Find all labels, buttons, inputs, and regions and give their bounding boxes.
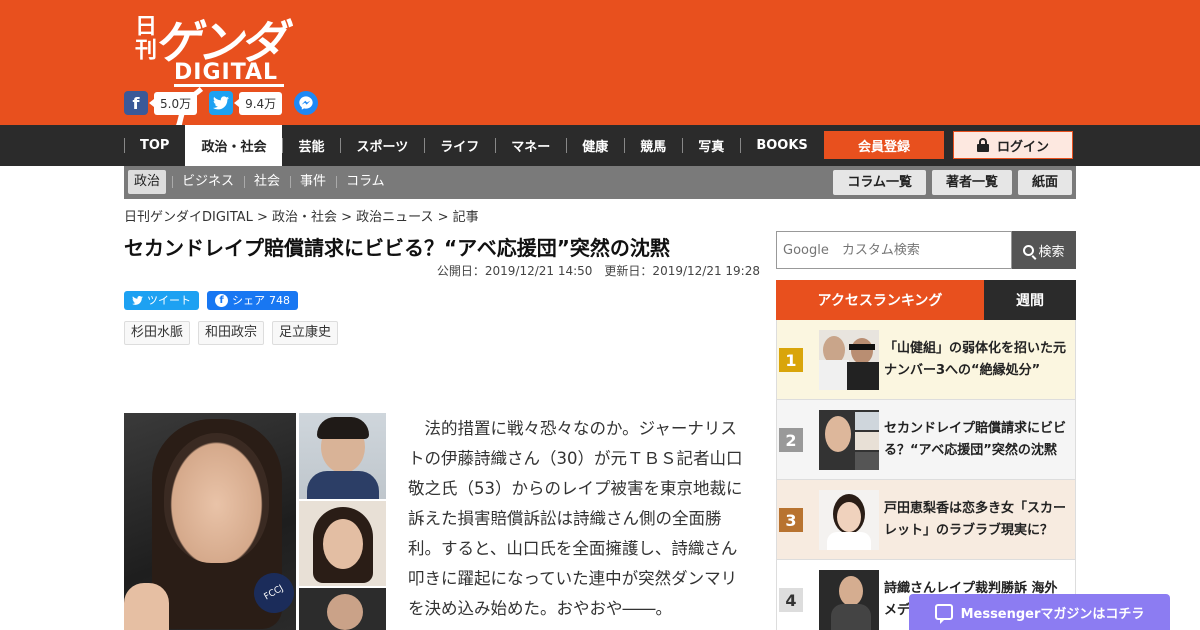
logo-digital: DIGITAL <box>174 60 279 85</box>
nav-item-books[interactable]: BOOKS <box>740 125 823 166</box>
nav-item-money[interactable]: マネー <box>495 125 566 166</box>
search-button[interactable]: 検索 <box>1012 231 1076 269</box>
nav-item-politics[interactable]: 政治・社会 <box>185 125 283 166</box>
column-list-button[interactable]: コラム一覧 <box>833 170 926 195</box>
site-header: 日刊 ゲンダイ DIGITAL f 5.0万 9.4万 <box>0 0 1200 135</box>
subnav-item-incident[interactable]: 事件 <box>290 170 336 194</box>
share-count: 748 <box>269 294 290 307</box>
article-title: セカンドレイプ賠償請求にビビる？“アベ応援団”突然の沈黙 <box>124 236 670 260</box>
share-label: シェア <box>232 294 265 307</box>
facebook-icon[interactable]: f <box>124 91 148 115</box>
rank-number: 4 <box>779 588 803 612</box>
social-counts: f 5.0万 9.4万 <box>124 91 319 115</box>
ranking-tabs: アクセスランキング 週間 <box>776 280 1076 320</box>
messenger-icon[interactable] <box>294 91 319 115</box>
search-button-label: 検索 <box>1038 244 1065 260</box>
nav-item-top[interactable]: TOP <box>124 125 185 166</box>
facebook-share-button[interactable]: f シェア 748 <box>207 291 298 310</box>
ranking-item[interactable]: 1 「山健組」の弱体化を招いた元ナンバー3への“絶縁処分” <box>776 320 1076 400</box>
tab-access-ranking[interactable]: アクセスランキング <box>776 280 984 320</box>
facebook-count: 5.0万 <box>148 91 198 115</box>
search-box: 検索 <box>776 231 1076 269</box>
subnav-item-column[interactable]: コラム <box>336 170 395 194</box>
nav-item-photo[interactable]: 写真 <box>682 125 740 166</box>
rank-number: 2 <box>779 428 803 452</box>
facebook-small-icon: f <box>215 294 228 307</box>
nav-item-keiba[interactable]: 競馬 <box>624 125 682 166</box>
author-list-button[interactable]: 著者一覧 <box>931 170 1012 195</box>
nav-item-entertainment[interactable]: 芸能 <box>282 125 340 166</box>
subnav-item-business[interactable]: ビジネス <box>172 170 244 194</box>
ranking-title: 「山健組」の弱体化を招いた元ナンバー3への“絶縁処分” <box>884 341 1067 378</box>
ranking-thumbnail <box>819 490 879 550</box>
article-side-photo <box>299 413 386 499</box>
twitter-small-icon <box>132 296 143 305</box>
search-icon <box>1023 244 1035 256</box>
article-side-photo <box>299 501 386 586</box>
messenger-bar-label: Messengerマガジンはコチラ <box>960 606 1145 622</box>
site-logo[interactable]: 日刊 ゲンダイ DIGITAL <box>124 10 314 135</box>
twitter-icon[interactable] <box>209 91 234 115</box>
login-label: ログイン <box>996 139 1049 155</box>
tag-item[interactable]: 杉田水脈 <box>124 321 191 345</box>
article-dates: 公開日：2019/12/21 14:50 更新日：2019/12/21 19:2… <box>436 264 760 278</box>
twitter-count: 9.4万 <box>234 91 283 115</box>
paper-button[interactable]: 紙面 <box>1017 170 1072 195</box>
tweet-label: ツイート <box>147 294 191 307</box>
nav-item-health[interactable]: 健康 <box>566 125 624 166</box>
ranking-thumbnail <box>819 330 879 390</box>
login-button[interactable]: ログイン <box>953 131 1073 159</box>
tag-item[interactable]: 足立康史 <box>272 321 339 345</box>
rank-number: 1 <box>779 348 803 372</box>
ranking-list: 1 「山健組」の弱体化を招いた元ナンバー3への“絶縁処分” 2 セカンドレイプ賠… <box>776 320 1076 630</box>
register-button[interactable]: 会員登録 <box>824 131 944 159</box>
subnav-item-society[interactable]: 社会 <box>244 170 290 194</box>
article-side-photo <box>299 588 386 630</box>
lock-icon <box>976 138 989 152</box>
ranking-thumbnail <box>819 570 879 630</box>
article-body: 法的措置に戦々恐々なのか。ジャーナリストの伊藤詩織さん（30）が元ＴＢＳ記者山口… <box>408 419 743 618</box>
share-buttons: ツイート f シェア 748 <box>124 291 298 310</box>
ranking-item[interactable]: 3 戸田恵梨香は恋多き女「スカーレット」のラブラブ現実に？ <box>776 480 1076 560</box>
sub-nav: 政治 ビジネス 社会 事件 コラム コラム一覧 著者一覧 紙面 <box>124 166 1076 199</box>
messenger-magazine-bar[interactable]: Messengerマガジンはコチラ <box>909 594 1170 630</box>
rank-number: 3 <box>779 508 803 532</box>
tab-weekly[interactable]: 週間 <box>984 280 1076 320</box>
ranking-title: 戸田恵梨香は恋多き女「スカーレット」のラブラブ現実に？ <box>884 501 1067 538</box>
nav-item-sports[interactable]: スポーツ <box>340 125 424 166</box>
breadcrumb[interactable]: 日刊ゲンダイDIGITAL > 政治・社会 > 政治ニュース > 記事 <box>124 206 479 225</box>
logo-underline <box>174 84 284 87</box>
ranking-item[interactable]: 2 セカンドレイプ賠償請求にビビる？“アベ応援団”突然の沈黙 <box>776 400 1076 480</box>
article-tags: 杉田水脈 和田政宗 足立康史 <box>124 321 339 345</box>
ranking-title: セカンドレイプ賠償請求にビビる？“アベ応援団”突然の沈黙 <box>884 421 1067 458</box>
subnav-item-politics[interactable]: 政治 <box>128 170 167 194</box>
tag-item[interactable]: 和田政宗 <box>198 321 265 345</box>
ranking-thumbnail <box>819 410 879 470</box>
search-input[interactable] <box>776 231 1012 269</box>
tweet-button[interactable]: ツイート <box>124 291 199 310</box>
article-main-photo: FCCJ <box>124 413 296 630</box>
chat-icon <box>934 604 953 624</box>
nav-item-life[interactable]: ライフ <box>424 125 495 166</box>
